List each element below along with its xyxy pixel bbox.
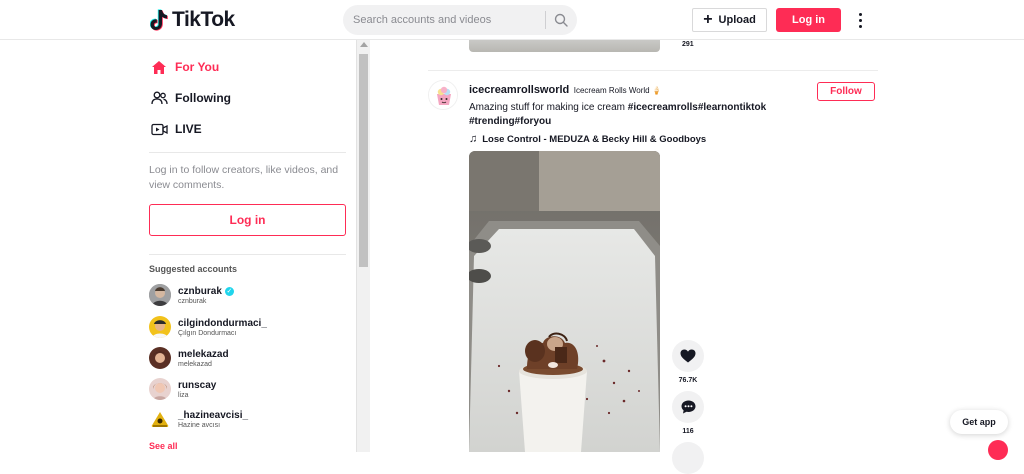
upload-button[interactable]: + Upload	[692, 8, 767, 32]
account-subtitle: Hazine avcısı	[178, 421, 221, 429]
account-subtitle: cznburak	[178, 297, 207, 305]
follow-button[interactable]: Follow	[817, 82, 875, 101]
post-description: Amazing stuff for making ice cream #icec…	[469, 101, 799, 129]
get-app-button[interactable]: Get app	[950, 410, 1008, 434]
suggested-accounts-title: Suggested accounts	[149, 264, 238, 274]
music-title: Lose Control - MEDUZA & Becky Hill & Goo…	[482, 133, 707, 145]
nav-label: Following	[175, 91, 231, 105]
post-header: icecreamrollsworld Icecream Rolls World …	[469, 80, 799, 145]
see-all-link[interactable]: See all	[149, 441, 178, 451]
upload-label: Upload	[718, 14, 756, 26]
previous-video-count: 291	[682, 41, 694, 48]
post-nickname: Icecream Rolls World 🍦	[573, 86, 662, 95]
suggested-account[interactable]: cznburak ✓ cznburak	[149, 284, 234, 306]
avatar	[149, 316, 171, 338]
feed-divider	[428, 70, 878, 71]
account-name: melekazad	[178, 348, 229, 360]
users-icon	[150, 89, 168, 107]
avatar	[149, 347, 171, 369]
suggested-account[interactable]: cilgindondurmaci_ Çılgın Dondurmacı	[149, 316, 267, 338]
plus-icon: +	[703, 11, 713, 28]
nav-for-you[interactable]: For You	[150, 58, 219, 76]
search-icon	[554, 13, 568, 27]
suggested-account[interactable]: melekazad melekazad	[149, 347, 229, 369]
tiktok-logo-icon	[149, 9, 168, 31]
sidebar-login-button[interactable]: Log in	[149, 204, 346, 236]
top-header: TikTok + Upload Log in	[0, 0, 1024, 40]
post-avatar[interactable]	[428, 80, 458, 110]
search-bar	[343, 5, 577, 35]
like-count: 76.7K	[678, 377, 698, 384]
post-music[interactable]: ♫ Lose Control - MEDUZA & Becky Hill & G…	[469, 133, 799, 145]
post-hashtags[interactable]: #icecreamrolls#learnontiktok	[628, 102, 766, 113]
login-hint: Log in to follow creators, like videos, …	[149, 164, 339, 191]
avatar	[149, 378, 171, 400]
like-button[interactable]	[672, 340, 704, 372]
nav-live[interactable]: LIVE	[150, 120, 202, 138]
account-subtitle: Çılgın Dondurmacı	[178, 329, 237, 337]
comment-count: 116	[682, 428, 694, 435]
logo-text: TikTok	[172, 8, 235, 31]
suggested-account[interactable]: _hazineavcisi_ Hazine avcısı	[149, 408, 248, 430]
more-options-icon[interactable]	[854, 10, 866, 30]
scroll-up-arrow-icon[interactable]	[360, 42, 368, 47]
video-player[interactable]	[469, 151, 660, 452]
tiktok-logo[interactable]: TikTok	[149, 8, 235, 32]
comment-icon	[681, 400, 695, 414]
nav-label: For You	[175, 60, 220, 74]
avatar	[149, 284, 171, 306]
login-button[interactable]: Log in	[776, 8, 841, 32]
suggested-account[interactable]: runscay liza	[149, 378, 216, 400]
scroll-to-top-button[interactable]	[988, 440, 1008, 460]
post-desc-text: Amazing stuff for making ice cream	[469, 102, 628, 113]
nav-following[interactable]: Following	[150, 89, 231, 107]
share-button[interactable]	[672, 442, 704, 474]
comment-button[interactable]	[672, 391, 704, 423]
account-name: _hazineavcisi_	[178, 409, 249, 421]
search-input[interactable]	[353, 6, 543, 34]
account-name: cznburak	[178, 285, 222, 297]
sidebar-scrollbar[interactable]	[356, 40, 370, 452]
divider	[149, 152, 346, 153]
account-subtitle: liza	[178, 391, 189, 399]
previous-video-thumbnail[interactable]	[469, 40, 660, 52]
scroll-thumb[interactable]	[359, 54, 368, 267]
post-hashtags[interactable]: #trending#foryou	[469, 116, 551, 127]
search-button[interactable]	[546, 6, 576, 34]
heart-icon	[680, 349, 696, 363]
music-note-icon: ♫	[469, 133, 478, 145]
verified-badge-icon: ✓	[224, 286, 234, 296]
divider	[149, 254, 346, 255]
video-frame	[469, 151, 660, 452]
account-subtitle: melekazad	[178, 360, 212, 368]
account-name: runscay	[178, 379, 217, 391]
avatar	[149, 408, 171, 430]
account-name: cilgindondurmaci_	[178, 317, 267, 329]
home-icon	[150, 58, 168, 76]
post-username[interactable]: icecreamrollsworld	[469, 84, 569, 96]
sidebar: For You Following LIVE Log in to follow …	[0, 40, 356, 452]
live-icon	[150, 120, 168, 138]
nav-label: LIVE	[175, 122, 202, 136]
